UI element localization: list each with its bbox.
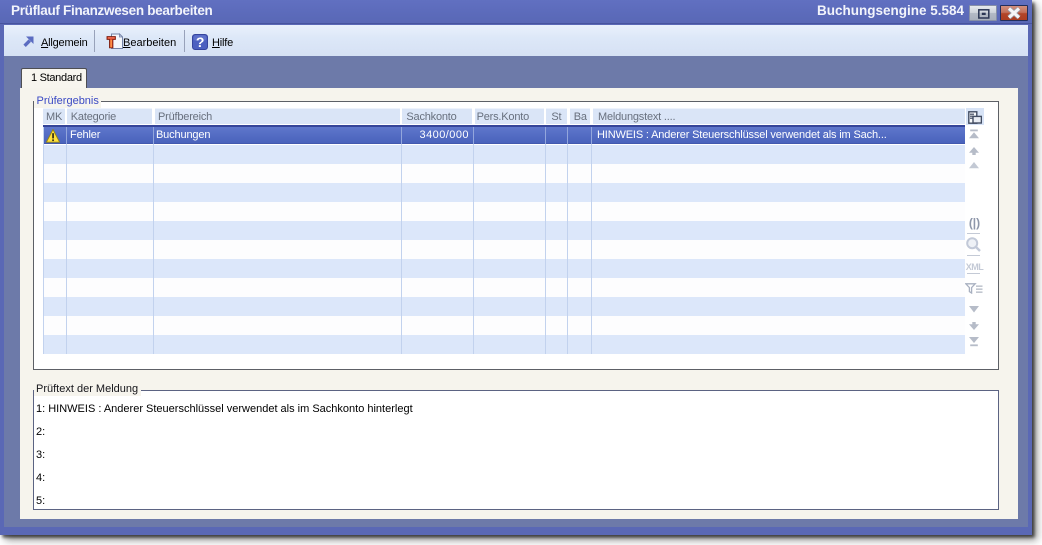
svg-text:?: ? [196, 34, 205, 50]
